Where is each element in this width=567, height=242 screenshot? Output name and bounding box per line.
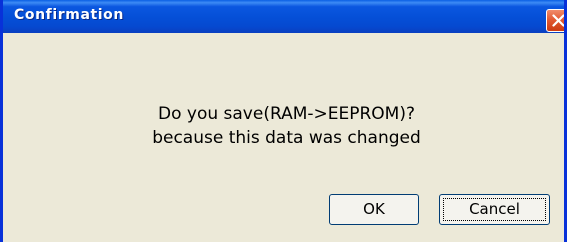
cancel-button-label: Cancel <box>469 200 520 218</box>
ok-button-label: OK <box>363 200 385 218</box>
cancel-button[interactable]: Cancel <box>439 194 550 225</box>
message-line-2: because this data was changed <box>152 128 421 148</box>
message-text: Do you save(RAM->EEPROM)? because this d… <box>3 102 564 150</box>
close-button[interactable] <box>546 9 564 32</box>
ok-button[interactable]: OK <box>329 194 419 225</box>
dialog-title: Confirmation <box>14 7 124 23</box>
close-icon <box>552 14 564 27</box>
title-bar[interactable]: Confirmation <box>3 0 564 33</box>
message-line-1: Do you save(RAM->EEPROM)? <box>157 104 415 124</box>
confirmation-dialog: Confirmation Do you save(RAM->EEPROM)? b… <box>0 0 567 242</box>
